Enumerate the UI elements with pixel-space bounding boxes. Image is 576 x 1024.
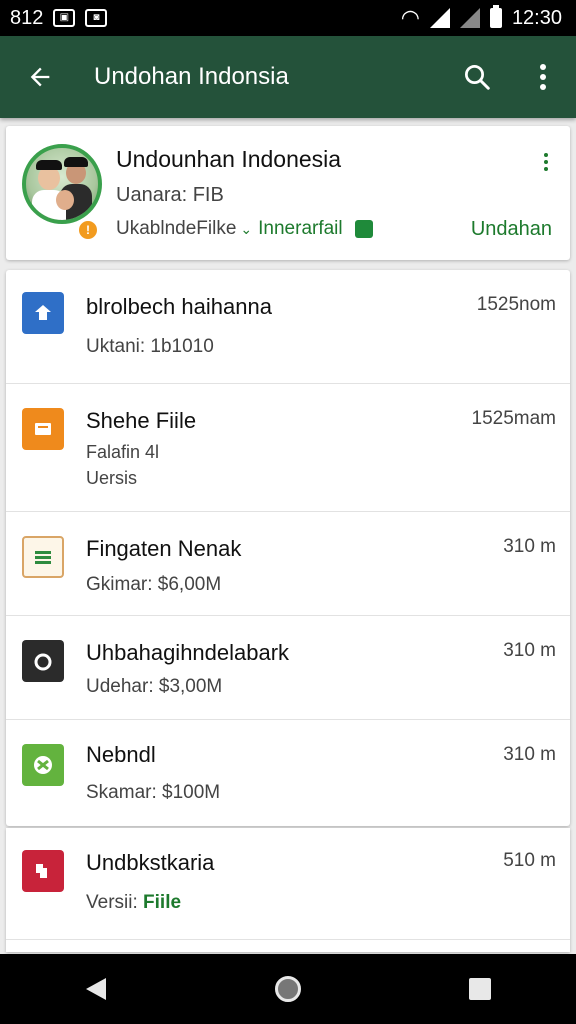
status-left: 812 ▣ ◙ [10, 6, 108, 30]
navigation-bar [0, 954, 576, 1024]
nav-recents-icon [469, 978, 491, 1000]
file-subtitle: Uktani: 1b1010 [86, 336, 214, 357]
file-subtitle-link[interactable]: Fiile [143, 892, 181, 913]
image-notification-icon: ▣ [53, 9, 76, 27]
nav-home-icon [275, 976, 301, 1002]
file-title: Nebndl [86, 742, 156, 767]
header-link-text: UkablndeFilke [116, 218, 237, 239]
file-title: Uhbahagihndelabark [86, 640, 290, 665]
file-title: Undbkstkaria [86, 850, 215, 875]
app-title: Undohan Indonsia [94, 63, 289, 90]
file-title: Shehe Fiile [86, 408, 197, 433]
file-subtitle: Versii: Fiile [86, 892, 181, 914]
slides-file-icon [22, 408, 64, 450]
nav-home-button[interactable] [248, 954, 328, 1024]
back-arrow-icon [30, 67, 50, 87]
file-size: 510 m [503, 850, 556, 871]
file-subtitle: Falafin 4l [86, 442, 160, 462]
chevron-down-icon: ⌄ [240, 220, 253, 237]
file-size: 310 m [503, 536, 556, 557]
folder-icon [354, 220, 373, 238]
file-size: 1525nom [476, 294, 556, 315]
battery-icon [489, 5, 502, 28]
signal-icon [459, 8, 480, 28]
back-button[interactable] [0, 36, 80, 118]
header-action-button[interactable]: Undahan [471, 218, 552, 241]
file-subtitle-prefix: Versii: [86, 892, 138, 913]
file-list-2: Undbkstkaria Versii: Fiile 510 m [6, 828, 570, 952]
status-badge: ! [76, 218, 100, 242]
file-size: 310 m [503, 640, 556, 661]
file-subtitle-2: Uersis [86, 468, 138, 488]
file-subtitle: Gkimar: $6,00M [86, 574, 222, 595]
status-right: ◠ 12:30 [400, 5, 562, 30]
file-title: blrolbech haihanna [86, 294, 272, 319]
file-list: blrolbech haihanna Uktani: 1b1010 1525no… [6, 270, 570, 826]
upload-doc-icon [22, 292, 64, 334]
file-title: Fingaten Nenak [86, 536, 242, 561]
puzzle-icon [22, 850, 64, 892]
tools-icon [22, 744, 64, 786]
more-vert-icon [540, 64, 546, 90]
list-item[interactable]: blrolbech haihanna Uktani: 1b1010 1525no… [6, 270, 570, 384]
app-bar: Undohan Indonsia [0, 36, 576, 118]
list-item[interactable]: Uhbahagihndelabark Udehar: $3,00M 310 m [6, 616, 570, 720]
file-size: 1525mam [471, 408, 557, 429]
file-subtitle: Skamar: $100M [86, 782, 221, 803]
status-time: 12:30 [511, 6, 562, 29]
list-item[interactable]: Shehe Fiile Falafin 4l Uersis 1525mam [6, 384, 570, 512]
avatar-photo [22, 144, 102, 224]
list-item[interactable]: Nebndl Skamar: $100M 310 m [6, 720, 570, 826]
more-options-button[interactable] [510, 36, 576, 118]
header-menu-button[interactable] [532, 148, 560, 176]
search-button[interactable] [444, 36, 510, 118]
wifi-icon: ◠ [400, 5, 420, 30]
header-link-green: Innerarfail [258, 218, 343, 239]
status-time-left: 812 [10, 6, 44, 29]
status-bar: 812 ▣ ◙ ◠ 12:30 [0, 0, 576, 36]
header-link-row[interactable]: UkablndeFilke ⌄ Innerarfail [116, 218, 373, 240]
list-item[interactable]: Undbkstkaria Versii: Fiile 510 m [6, 828, 570, 940]
nav-recents-button[interactable] [440, 954, 520, 1024]
sheet-file-icon [22, 536, 64, 578]
file-subtitle: Udehar: $3,00M [86, 676, 223, 697]
nav-back-icon [86, 978, 106, 1000]
nav-back-button[interactable] [56, 954, 136, 1024]
signal-icon [429, 8, 450, 28]
list-item[interactable]: Fingaten Nenak Gkimar: $6,00M 310 m [6, 512, 570, 616]
camera-icon [22, 640, 64, 682]
more-vert-icon [544, 153, 548, 157]
file-size: 310 m [503, 744, 556, 765]
header-subtitle: Uanara: FIB [116, 184, 224, 206]
photo-notification-icon: ◙ [85, 9, 108, 27]
header-title: Undounhan Indonesia [116, 146, 342, 172]
search-icon [465, 65, 490, 90]
header-card: ! Undounhan Indonesia Uanara: FIB Ukabln… [6, 126, 570, 260]
avatar[interactable]: ! [22, 144, 102, 242]
